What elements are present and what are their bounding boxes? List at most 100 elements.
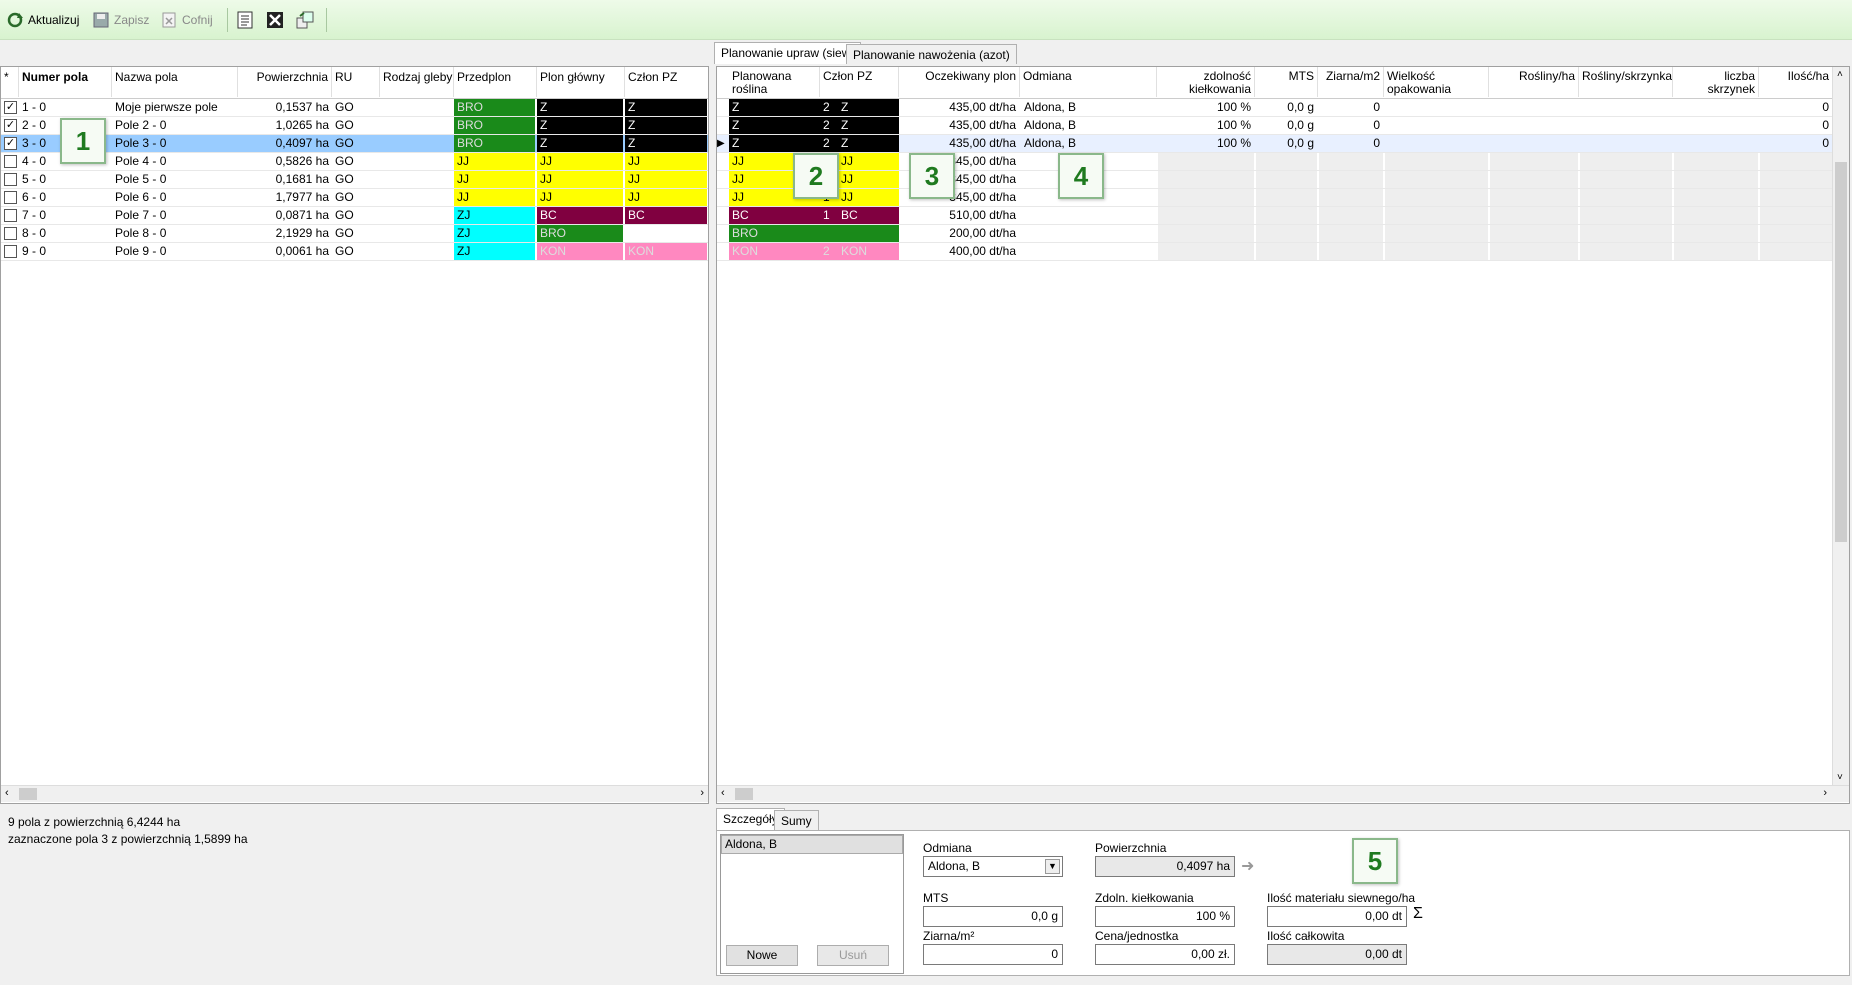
fields-grid: * Numer pola Nazwa pola Powierzchnia RU Rodza… (0, 66, 709, 804)
fields-header-4[interactable]: RU (332, 67, 380, 97)
cell-last (1760, 207, 1832, 224)
cell-variety: Aldona, B (1024, 118, 1077, 132)
crop-cell-pre: BRO (454, 117, 535, 134)
row-checkbox[interactable]: ✓ (4, 101, 17, 114)
table-row[interactable]: 7 - 0 Pole 7 - 0 0,0871 ha GO ZJ BC BC (1, 207, 708, 225)
pz-number: 2 (823, 118, 830, 132)
planned-crop-cell: BC (729, 207, 820, 224)
fields-header-3[interactable]: Powierzchnia (238, 67, 332, 97)
plan-header-11[interactable]: Ilość/ha (1759, 67, 1833, 97)
cell-area: 2,1929 ha (275, 226, 329, 240)
grains-field[interactable]: 0 (923, 944, 1063, 965)
cell-last: 0 (1822, 136, 1829, 150)
refresh-button[interactable]: Aktualizuj (6, 8, 79, 32)
germination-field[interactable]: 100 % (1095, 906, 1235, 927)
fields-header-2[interactable]: Nazwa pola (112, 67, 238, 97)
table-row[interactable]: Z 2 Z 435,00 dt/ha Aldona, B 100 % 0,0 g 0 0 (717, 99, 1833, 117)
plan-vertical-scrollbar[interactable]: ˄ ˅ (1832, 67, 1849, 785)
sigma-icon[interactable]: Σ (1413, 905, 1423, 923)
variety-list-item[interactable]: Aldona, B (721, 835, 903, 854)
table-row[interactable]: ✓ 1 - 0 Moje pierwsze pole 0,1537 ha GO BRO Z Z (1, 99, 708, 117)
row-checkbox[interactable]: ✓ (4, 119, 17, 132)
table-row[interactable]: ▶ Z 2 Z 435,00 dt/ha Aldona, B 100 % 0,0 g 0 0 (717, 135, 1833, 153)
table-row[interactable]: JJ1JJ345,00 dt/ha (717, 189, 1833, 207)
row-checkbox[interactable] (4, 227, 17, 240)
variety-select[interactable]: Aldona, B ▼ (923, 856, 1063, 877)
plan-header-3[interactable]: Odmiana (1020, 67, 1157, 97)
price-field[interactable]: 0,00 zł. (1095, 944, 1235, 965)
row-checkbox[interactable] (4, 173, 17, 186)
row-checkbox[interactable] (4, 155, 17, 168)
table-row[interactable]: 6 - 0 Pole 6 - 0 1,7977 ha GO JJ JJ JJ (1, 189, 708, 207)
cell-area: 0,1537 ha (275, 100, 329, 114)
table-row[interactable]: ✓ 2 - 0 Pole 2 - 0 1,0265 ha GO BRO Z Z (1, 117, 708, 135)
delete-button[interactable]: Usuń (817, 945, 889, 966)
table-row[interactable]: Z 2 Z 435,00 dt/ha Aldona, B 100 % 0,0 g 0 0 (717, 117, 1833, 135)
variety-list[interactable]: Aldona, B Nowe Usuń (720, 834, 904, 974)
plan-header-6[interactable]: Ziarna/m2 (1318, 67, 1384, 97)
pz-cell: 2Z (820, 117, 899, 134)
plan-header-9[interactable]: Rośliny/skrzynka (1579, 67, 1673, 97)
cell-germ (1158, 207, 1254, 224)
pz-cell: 2Z (820, 99, 899, 116)
fields-header-6[interactable]: Przedplon (454, 67, 537, 97)
table-row[interactable]: 4 - 0 Pole 4 - 0 0,5826 ha GO JJ JJ JJ (1, 153, 708, 171)
fields-header-7[interactable]: Plon główny (537, 67, 625, 97)
plan-header-10[interactable]: liczba skrzynek (1673, 67, 1759, 97)
plan-header-1[interactable]: Człon PZ (820, 67, 899, 97)
plan-header-0[interactable]: Planowana roślina uprawna (729, 67, 820, 97)
cell-empty (1490, 99, 1578, 116)
tab-sums[interactable]: Sumy (774, 810, 819, 830)
fields-header-8[interactable]: Człon PZ (625, 67, 708, 97)
report-button[interactable] (236, 8, 254, 32)
table-row[interactable]: JJ JJ 345,00 dt/ha (717, 153, 1833, 171)
cell-empty (1490, 207, 1578, 224)
row-checkbox[interactable]: ✓ (4, 137, 17, 150)
cell-soil (380, 207, 454, 224)
cell-soil (380, 153, 454, 170)
seed-amount-field[interactable]: 0,00 dt (1267, 906, 1407, 927)
fields-header-1[interactable]: Numer pola (19, 67, 112, 97)
table-row[interactable]: 9 - 0 Pole 9 - 0 0,0061 ha GO ZJ KON KON (1, 243, 708, 261)
plan-header-2[interactable]: Oczekiwany plon (899, 67, 1020, 97)
table-row[interactable]: JJ JJ 345,00 dt/ha (717, 171, 1833, 189)
cell-num: 8 - 0 (22, 226, 47, 240)
mts-field[interactable]: 0,0 g (923, 906, 1063, 927)
table-row[interactable]: KON 2 KON 400,00 dt/ha (717, 243, 1833, 261)
plan-horizontal-scrollbar[interactable]: ‹ › (717, 785, 1849, 802)
crop-cell-main: BC (537, 207, 623, 224)
plan-header-4[interactable]: zdolność kiełkowania (1157, 67, 1255, 97)
cell-soil (380, 117, 454, 134)
tab-crop-planning[interactable]: Planowanie upraw (siew) (714, 42, 862, 64)
table-row[interactable]: 8 - 0 Pole 8 - 0 2,1929 ha GO ZJ BRO (1, 225, 708, 243)
row-checkbox[interactable] (4, 191, 17, 204)
row-checkbox[interactable] (4, 245, 17, 258)
chevron-down-icon[interactable]: ▼ (1045, 859, 1060, 874)
table-row[interactable]: 5 - 0 Pole 5 - 0 0,1681 ha GO JJ JJ JJ (1, 171, 708, 189)
cell-mts (1256, 171, 1317, 188)
undo-button[interactable]: Cofnij (160, 8, 213, 32)
pz-code: Z (841, 100, 849, 114)
fields-horizontal-scrollbar[interactable]: ‹ › (1, 785, 708, 802)
new-button[interactable]: Nowe (726, 945, 798, 966)
table-row[interactable]: BRO 200,00 dt/ha (717, 225, 1833, 243)
cell-num: 5 - 0 (22, 172, 47, 186)
delete-grid-button[interactable] (266, 8, 284, 32)
cell-empty (1580, 153, 1672, 170)
fields-header-0[interactable]: * (1, 67, 19, 97)
plan-header-5[interactable]: MTS (1255, 67, 1318, 97)
fields-header-5[interactable]: Rodzaj gleby (380, 67, 454, 97)
table-row[interactable]: ✓ 3 - 0 Pole 3 - 0 0,4097 ha GO BRO Z Z (1, 135, 708, 153)
price-label: Cena/jednostka (1095, 929, 1179, 943)
table-row[interactable]: BC 1 BC 510,00 dt/ha (717, 207, 1833, 225)
planning-tabs: Planowanie upraw (siew) Planowanie nawoż… (714, 42, 1852, 66)
cell-empty (1490, 225, 1578, 242)
plan-header-8[interactable]: Rośliny/ha (1489, 67, 1579, 97)
transfer-button[interactable] (296, 8, 314, 32)
cell-ru: GO (335, 100, 354, 114)
plan-header-7[interactable]: Wielkość opakowania (1384, 67, 1489, 97)
cell-empty (1674, 189, 1758, 206)
save-button[interactable]: Zapisz (92, 8, 149, 32)
row-checkbox[interactable] (4, 209, 17, 222)
tab-nitrogen-planning[interactable]: Planowanie nawożenia (azot) (846, 44, 1017, 64)
